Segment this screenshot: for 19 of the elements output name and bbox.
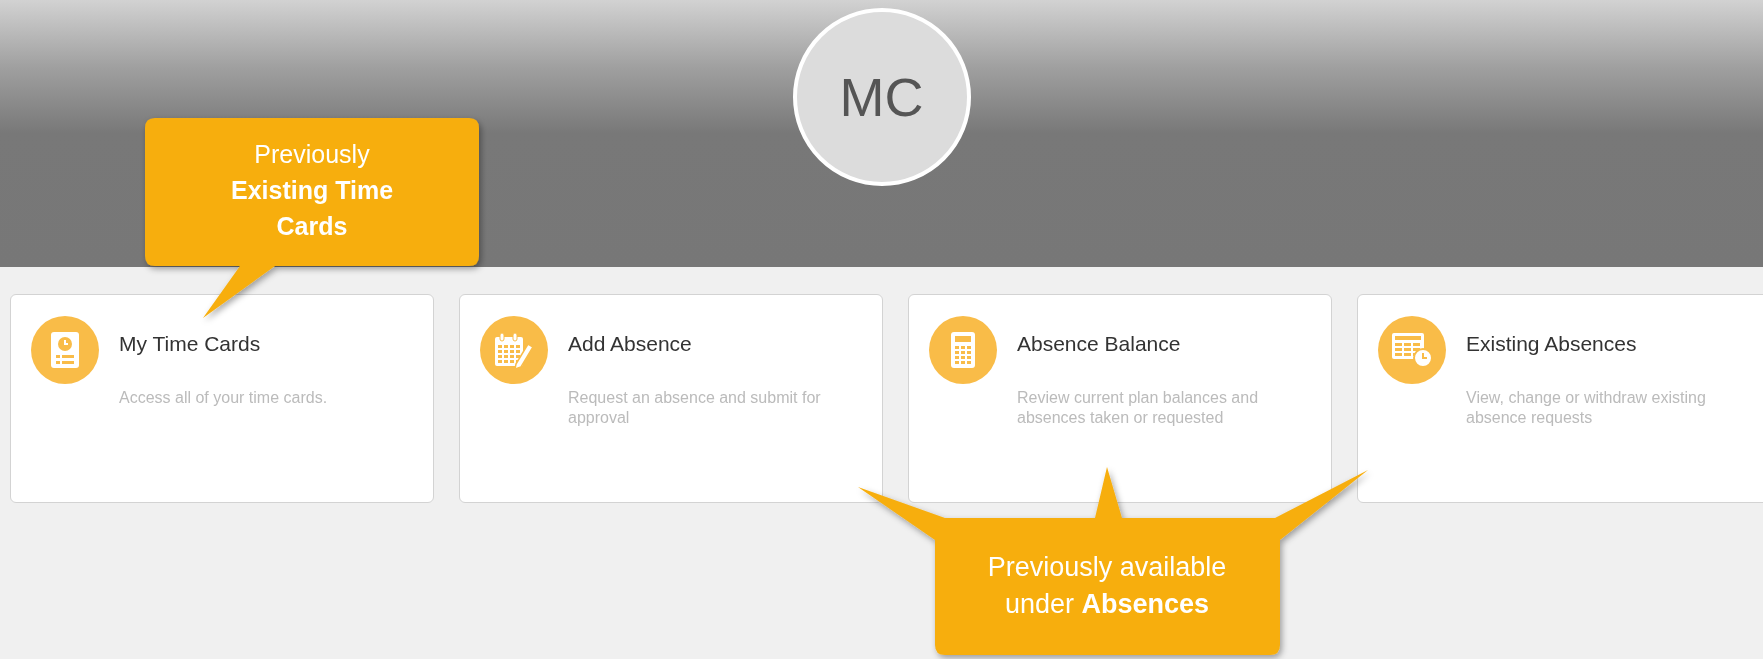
callout-text: Previously Existing Time Cards xyxy=(229,139,395,242)
calendar-pencil-icon xyxy=(494,332,534,368)
table-clock-icon xyxy=(1391,332,1433,368)
avatar[interactable]: MC xyxy=(792,8,971,186)
card-description: Access all of your time cards. xyxy=(119,388,328,408)
card-title: Existing Absences xyxy=(1466,331,1638,357)
callout-text: Previously available under Absences xyxy=(986,551,1228,621)
card-title: My Time Cards xyxy=(119,331,262,357)
tile-card[interactable]: My Time Cards Access all of your time cards. xyxy=(10,294,434,503)
tile-card[interactable]: Add Absence Request an absence and submit for approval xyxy=(459,294,883,503)
card-title: Add Absence xyxy=(568,331,693,357)
tile-card[interactable]: Absence Balance Review current plan balances and absences taken or requested xyxy=(908,294,1332,503)
calculator-icon xyxy=(950,331,976,369)
card-description: Request an absence and submit for approval xyxy=(568,388,822,428)
card-description: View, change or withdraw existing absence requests xyxy=(1466,388,1707,428)
tile-card[interactable]: Existing Absences View, change or withdraw existing absence requests xyxy=(1357,294,1763,503)
card-title: Absence Balance xyxy=(1017,331,1182,357)
time-card-icon xyxy=(50,331,80,369)
card-description: Review current plan balances and absences taken or requested xyxy=(1017,388,1260,428)
